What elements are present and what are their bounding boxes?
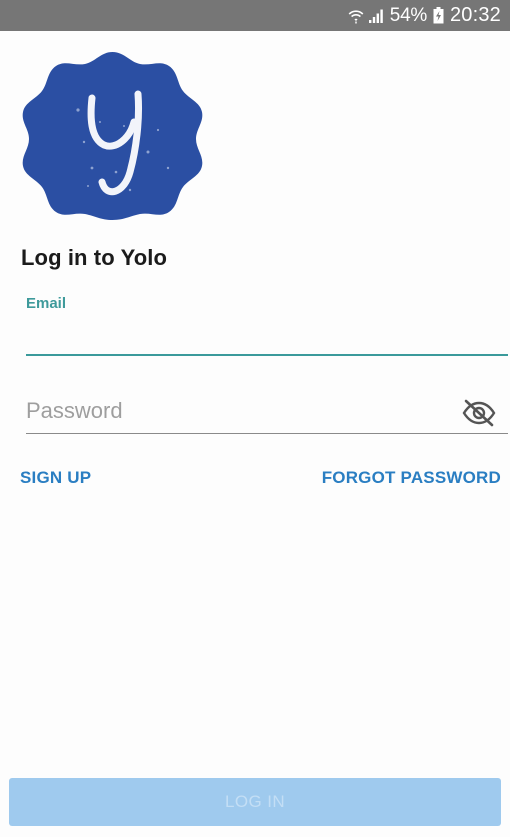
password-field-container	[26, 390, 508, 434]
sign-up-link[interactable]: SIGN UP	[20, 468, 91, 488]
signal-icon	[368, 9, 383, 23]
wifi-icon	[348, 9, 364, 23]
log-in-button[interactable]: LOG IN	[9, 778, 501, 826]
battery-percent: 54%	[389, 4, 427, 26]
status-bar: 54% 20:32	[0, 0, 510, 31]
battery-charging-icon	[433, 7, 444, 24]
login-screen: 54% 20:32 Log in to Yolo Email SIGN UP F…	[0, 0, 510, 837]
clock: 20:32	[449, 4, 501, 26]
page-title: Log in to Yolo	[21, 245, 168, 270]
email-field[interactable]	[26, 318, 508, 356]
email-label: Email	[26, 295, 67, 312]
eye-off-icon[interactable]	[462, 399, 496, 427]
yolo-badge-logo	[22, 52, 203, 220]
password-field[interactable]	[26, 390, 456, 432]
forgot-password-link[interactable]: FORGOT PASSWORD	[322, 468, 501, 488]
